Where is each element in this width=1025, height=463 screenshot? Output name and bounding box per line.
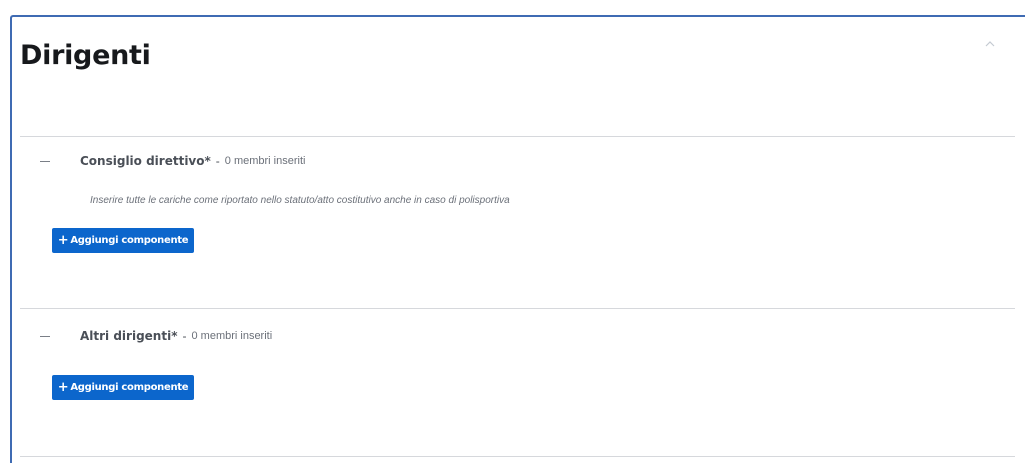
- divider: [20, 136, 1015, 137]
- divider: [20, 308, 1015, 309]
- section-title: Consiglio direttivo*: [80, 154, 211, 168]
- section-title: Altri dirigenti*: [80, 329, 178, 343]
- section-altri-dirigenti: Altri dirigenti* - 0 membri inseriti: [40, 329, 272, 343]
- separator: -: [215, 154, 220, 168]
- divider: [20, 456, 1015, 457]
- separator: -: [182, 329, 187, 343]
- collapse-section-toggle[interactable]: [40, 161, 50, 162]
- add-button-label: Aggiungi componente: [70, 382, 189, 393]
- member-count: 0 membri inseriti: [191, 330, 273, 342]
- section-hint: Inserire tutte le cariche come riportato…: [90, 195, 510, 206]
- chevron-up-icon[interactable]: [983, 39, 997, 49]
- add-button-label: Aggiungi componente: [70, 235, 189, 246]
- section-consiglio-direttivo: Consiglio direttivo* - 0 membri inseriti: [40, 154, 305, 168]
- add-component-button[interactable]: + Aggiungi componente: [52, 228, 194, 253]
- plus-icon: +: [57, 233, 69, 248]
- plus-icon: +: [57, 380, 69, 395]
- add-component-button[interactable]: + Aggiungi componente: [52, 375, 194, 400]
- panel-title: Dirigenti: [20, 40, 151, 71]
- member-count: 0 membri inseriti: [224, 155, 306, 167]
- collapse-section-toggle[interactable]: [40, 336, 50, 337]
